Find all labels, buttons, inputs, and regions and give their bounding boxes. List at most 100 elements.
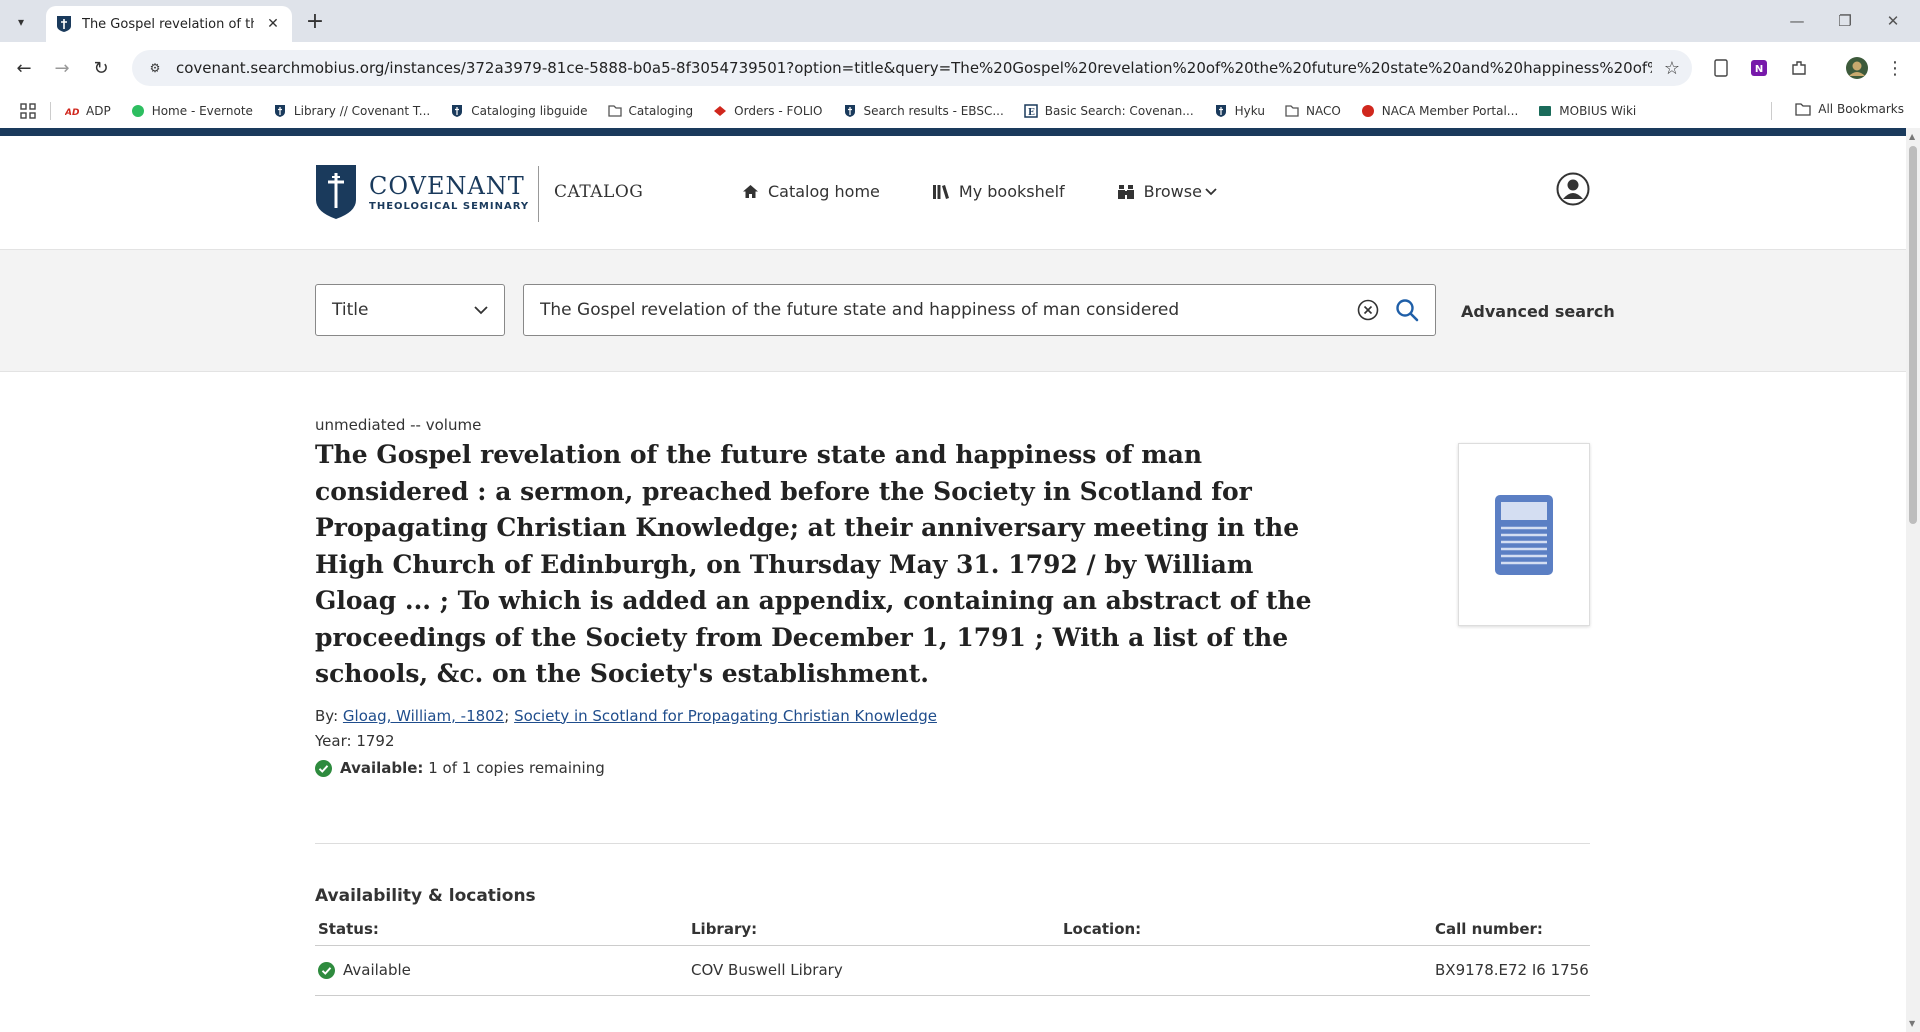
onenote-icon[interactable]: N xyxy=(1746,55,1772,81)
arrow-right-icon: → xyxy=(54,57,70,79)
url-text[interactable]: covenant.searchmobius.org/instances/372a… xyxy=(176,59,1652,77)
nav-browse[interactable]: Browse xyxy=(1117,182,1217,201)
folder-icon xyxy=(1285,105,1299,117)
bookshelf-icon xyxy=(932,184,949,199)
arrow-left-icon: ← xyxy=(16,57,32,79)
bookmark-item[interactable]: ADP ADP xyxy=(65,104,111,118)
logo-divider xyxy=(538,166,539,222)
chevron-down-icon: ▾ xyxy=(17,15,25,29)
author-link-1[interactable]: Gloag, William, -1802 xyxy=(343,707,504,725)
row-library: COV Buswell Library xyxy=(691,961,843,979)
bookmark-label: Search results - EBSC... xyxy=(863,104,1004,118)
year-label: Year: xyxy=(315,731,352,750)
bookmark-item[interactable]: Search results - EBSC... xyxy=(843,104,1004,118)
new-tab-button[interactable]: + xyxy=(302,9,328,35)
bookmark-label: Library // Covenant T... xyxy=(293,104,431,118)
all-bookmarks-label: All Bookmarks xyxy=(1818,102,1904,116)
nav-my-bookshelf[interactable]: My bookshelf xyxy=(932,182,1065,201)
covenant-shield-icon xyxy=(274,105,285,117)
available-count: 1 of 1 copies remaining xyxy=(428,758,605,777)
covenant-logo[interactable]: COVENANT THEOLOGICAL SEMINARY xyxy=(315,164,529,220)
page-scrollbar[interactable]: ▲ ▼ xyxy=(1906,128,1920,1032)
available-label: Available: xyxy=(340,758,424,777)
reload-icon: ↻ xyxy=(93,57,109,79)
col-call-number: Call number: xyxy=(1435,920,1543,938)
covenant-shield-logo-icon xyxy=(316,165,356,219)
reload-button[interactable]: ↻ xyxy=(87,54,115,82)
window-close-button[interactable]: ✕ xyxy=(1870,6,1916,36)
extensions-icon[interactable] xyxy=(1786,55,1812,81)
author-link-2[interactable]: Society in Scotland for Propagating Chri… xyxy=(514,707,937,725)
bookmark-item[interactable]: Hyku xyxy=(1214,104,1265,118)
bookmarks-separator xyxy=(50,102,51,120)
holdings-table: Status: Library: Location: Call number: … xyxy=(315,918,1590,996)
bookmark-item[interactable]: MOBIUS Wiki xyxy=(1538,104,1636,118)
row-call-number: BX9178.E72 I6 1756 xyxy=(1435,961,1589,979)
search-field-value: Title xyxy=(332,300,369,320)
nav-catalog-home-label: Catalog home xyxy=(768,182,880,201)
active-tab[interactable]: The Gospel revelation of the futur... ✕ xyxy=(46,6,292,42)
advanced-search-link[interactable]: Advanced search xyxy=(1461,302,1615,321)
search-query-text[interactable]: The Gospel revelation of the future stat… xyxy=(540,300,1357,320)
bookmark-label: Cataloging libguide xyxy=(471,104,588,118)
check-circle-icon xyxy=(318,961,335,979)
bookmark-item[interactable]: Cataloging libguide xyxy=(450,104,588,118)
home-icon xyxy=(743,185,758,198)
menu-kebab-icon[interactable]: ⋮ xyxy=(1882,55,1908,81)
ebsco-icon: E xyxy=(1024,104,1038,118)
forward-button[interactable]: → xyxy=(48,54,76,82)
clear-search-icon[interactable] xyxy=(1357,299,1379,321)
bookmarks-bar: ADP ADP Home - Evernote Library // Covenant… xyxy=(0,94,1920,128)
tab-search-button[interactable]: ▾ xyxy=(8,9,34,35)
record-meta: By: Gloag, William, -1802; Society in Sc… xyxy=(315,704,1590,781)
address-bar[interactable]: ⚙ covenant.searchmobius.org/instances/37… xyxy=(132,50,1692,86)
evernote-icon xyxy=(131,105,144,117)
holdings-header-row: Status: Library: Location: Call number: xyxy=(315,918,1590,946)
bookmark-item[interactable]: Library // Covenant T... xyxy=(273,104,430,118)
site-header: COVENANT THEOLOGICAL SEMINARY CATALOG Ca… xyxy=(0,136,1906,250)
bookmarks-separator xyxy=(1771,102,1772,120)
bookmark-item[interactable]: E Basic Search: Covenan... xyxy=(1024,104,1194,118)
bookmark-star-icon[interactable]: ☆ xyxy=(1664,58,1680,79)
restore-button[interactable]: ❐ xyxy=(1822,6,1868,36)
profile-avatar[interactable] xyxy=(1844,55,1870,81)
tab-title: The Gospel revelation of the futur... xyxy=(82,16,254,32)
bookmark-item[interactable]: NACO xyxy=(1285,104,1341,118)
brand-top-stripe xyxy=(0,128,1906,136)
scroll-down-arrow[interactable]: ▼ xyxy=(1909,1019,1915,1028)
minimize-button[interactable]: — xyxy=(1774,6,1820,36)
search-icon[interactable] xyxy=(1395,298,1419,322)
by-label: By: xyxy=(315,706,339,725)
search-input[interactable]: The Gospel revelation of the future stat… xyxy=(523,284,1436,336)
nav-catalog-home[interactable]: Catalog home xyxy=(742,182,880,201)
table-row: Available COV Buswell Library BX9178.E72… xyxy=(315,946,1590,996)
row-status-text: Available xyxy=(343,961,411,979)
bookmark-label: NACA Member Portal... xyxy=(1381,104,1519,118)
bookmark-label: MOBIUS Wiki xyxy=(1559,104,1637,118)
apps-grid-icon[interactable] xyxy=(20,103,36,119)
search-field-select[interactable]: Title xyxy=(315,284,505,336)
bookmark-item[interactable]: Home - Evernote xyxy=(131,104,253,118)
logo-sub-text: THEOLOGICAL SEMINARY xyxy=(369,200,530,212)
row-status: Available xyxy=(318,961,411,979)
section-divider xyxy=(315,843,1590,844)
bookmark-item[interactable]: Cataloging xyxy=(607,104,693,118)
bookmark-item[interactable]: NACA Member Portal... xyxy=(1361,104,1518,118)
bookmark-item[interactable]: Orders - FOLIO xyxy=(713,104,823,118)
col-library: Library: xyxy=(691,920,758,938)
svg-text:ADP: ADP xyxy=(65,108,79,118)
scroll-thumb[interactable] xyxy=(1909,146,1917,524)
bookmark-list: ADP ADP Home - Evernote Library // Covenant… xyxy=(65,104,1656,118)
nav-browse-label: Browse xyxy=(1143,182,1202,201)
record-detail: unmediated -- volume The Gospel revelati… xyxy=(315,416,1590,781)
reading-list-icon[interactable] xyxy=(1708,55,1734,81)
close-icon[interactable]: ✕ xyxy=(264,16,282,32)
adp-icon: ADP xyxy=(65,108,79,118)
nav-my-bookshelf-label: My bookshelf xyxy=(958,182,1065,201)
site-info-icon[interactable]: ⚙ xyxy=(144,57,166,79)
availability-summary: Available: 1 of 1 copies remaining xyxy=(315,756,1590,781)
back-button[interactable]: ← xyxy=(10,54,38,82)
scroll-up-arrow[interactable]: ▲ xyxy=(1909,132,1915,141)
all-bookmarks-button[interactable]: All Bookmarks xyxy=(1795,102,1904,116)
user-account-icon[interactable] xyxy=(1556,172,1590,206)
